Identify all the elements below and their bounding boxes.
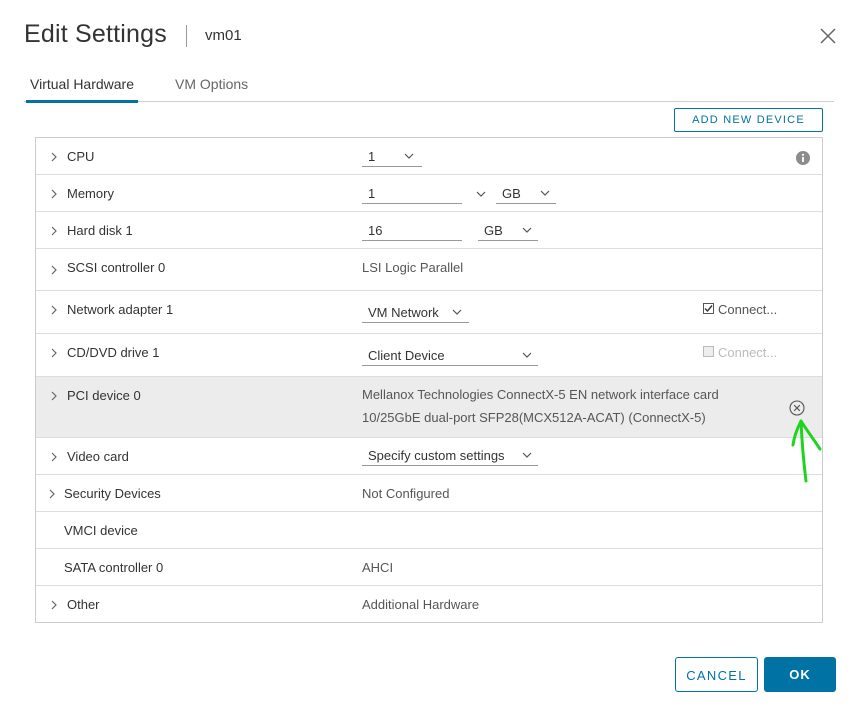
network-label: Network adapter 1 — [67, 302, 174, 317]
other-label: Other — [67, 597, 100, 612]
chevron-right-icon[interactable] — [48, 347, 60, 359]
chevron-down-icon — [540, 190, 550, 196]
row-hard-disk: Hard disk 1 16 GB — [36, 212, 822, 249]
chevron-right-icon[interactable] — [48, 188, 60, 200]
row-scsi-controller: SCSI controller 0 LSI Logic Parallel — [36, 249, 822, 291]
cancel-button[interactable]: CANCEL — [675, 657, 758, 692]
network-value: VM Network — [368, 305, 439, 320]
cpu-label: CPU — [67, 149, 95, 164]
chevron-down-icon — [522, 452, 532, 458]
scsi-label: SCSI controller 0 — [67, 260, 166, 275]
dialog-title: Edit Settings — [24, 20, 167, 48]
row-other: Other Additional Hardware — [36, 586, 822, 622]
row-cpu: CPU 1 — [36, 138, 822, 175]
security-label: Security Devices — [64, 486, 161, 501]
row-video-card: Video card Specify custom settings — [36, 438, 822, 475]
chevron-right-icon[interactable] — [48, 264, 60, 276]
sata-label: SATA controller 0 — [64, 560, 164, 575]
hard-disk-value: 16 — [368, 223, 383, 238]
memory-unit-select[interactable]: GB — [496, 184, 556, 204]
network-connect-label[interactable]: Connect... — [718, 302, 777, 317]
chevron-down-icon — [404, 153, 414, 159]
vmci-label: VMCI device — [64, 523, 138, 538]
video-value: Specify custom settings — [368, 448, 505, 463]
row-pci-device: PCI device 0 Mellanox Technologies Conne… — [36, 377, 822, 438]
row-vmci-device: VMCI device — [36, 512, 822, 549]
cpu-select[interactable]: 1 — [362, 147, 422, 167]
cdrom-connect-label: Connect... — [718, 345, 778, 360]
pci-value-line-1: Mellanox Technologies ConnectX-5 EN netw… — [362, 387, 719, 402]
hardware-grid: CPU 1 Memory 1 GB Hard disk 1 16 GB SCSI… — [35, 137, 823, 623]
cdrom-label: CD/DVD drive 1 — [67, 345, 160, 360]
cdrom-select[interactable]: Client Device — [362, 346, 538, 366]
chevron-down-icon — [522, 227, 532, 233]
pci-value-line-2: 10/25GbE dual-port SFP28(MCX512A-ACAT) (… — [362, 410, 706, 425]
memory-unit: GB — [502, 186, 521, 201]
hard-disk-label: Hard disk 1 — [67, 223, 133, 238]
pci-label: PCI device 0 — [67, 388, 141, 403]
chevron-right-icon[interactable] — [48, 304, 60, 316]
hard-disk-input[interactable]: 16 — [362, 221, 462, 241]
pci-value: Mellanox Technologies ConnectX-5 EN netw… — [362, 383, 719, 429]
row-cd-dvd-drive: CD/DVD drive 1 Client Device Connect... — [36, 334, 822, 377]
chevron-right-icon[interactable] — [48, 451, 60, 463]
remove-device-icon[interactable] — [789, 400, 805, 416]
network-connect-checkbox[interactable] — [703, 303, 714, 314]
close-icon[interactable] — [818, 26, 838, 46]
sata-value: AHCI — [362, 560, 394, 575]
chevron-right-icon[interactable] — [48, 151, 60, 163]
ok-button[interactable]: OK — [764, 657, 836, 692]
video-select[interactable]: Specify custom settings — [362, 446, 538, 466]
memory-label: Memory — [67, 186, 114, 201]
chevron-right-icon[interactable] — [48, 225, 60, 237]
cpu-value: 1 — [368, 149, 376, 164]
tab-bar: Virtual Hardware VM Options — [24, 72, 834, 103]
row-security-devices: Security Devices Not Configured — [36, 475, 822, 512]
memory-input[interactable]: 1 — [362, 184, 462, 204]
checkmark-icon — [704, 305, 713, 313]
row-sata-controller: SATA controller 0 AHCI — [36, 549, 822, 586]
other-value: Additional Hardware — [362, 597, 480, 612]
memory-value: 1 — [368, 186, 376, 201]
tab-vm-options[interactable]: VM Options — [171, 76, 252, 100]
info-icon[interactable] — [796, 151, 810, 165]
cdrom-connect-checkbox — [703, 346, 714, 357]
chevron-down-icon — [452, 309, 462, 315]
scsi-value: LSI Logic Parallel — [362, 260, 464, 275]
row-network-adapter: Network adapter 1 VM Network Connect... — [36, 291, 822, 334]
chevron-right-icon[interactable] — [48, 390, 60, 402]
row-memory: Memory 1 GB — [36, 175, 822, 212]
hard-disk-unit-select[interactable]: GB — [478, 221, 538, 241]
chevron-right-icon[interactable] — [46, 488, 58, 500]
tab-virtual-hardware[interactable]: Virtual Hardware — [26, 76, 139, 103]
chevron-down-icon[interactable] — [476, 191, 486, 197]
security-value: Not Configured — [362, 486, 450, 501]
vm-name: vm01 — [205, 27, 242, 44]
cdrom-value: Client Device — [368, 348, 445, 363]
hard-disk-unit: GB — [484, 223, 503, 238]
video-label: Video card — [67, 449, 129, 464]
network-select[interactable]: VM Network — [362, 303, 469, 323]
chevron-down-icon — [522, 352, 532, 358]
title-separator — [186, 25, 187, 47]
chevron-right-icon[interactable] — [48, 599, 60, 611]
add-new-device-button[interactable]: ADD NEW DEVICE — [674, 108, 823, 132]
